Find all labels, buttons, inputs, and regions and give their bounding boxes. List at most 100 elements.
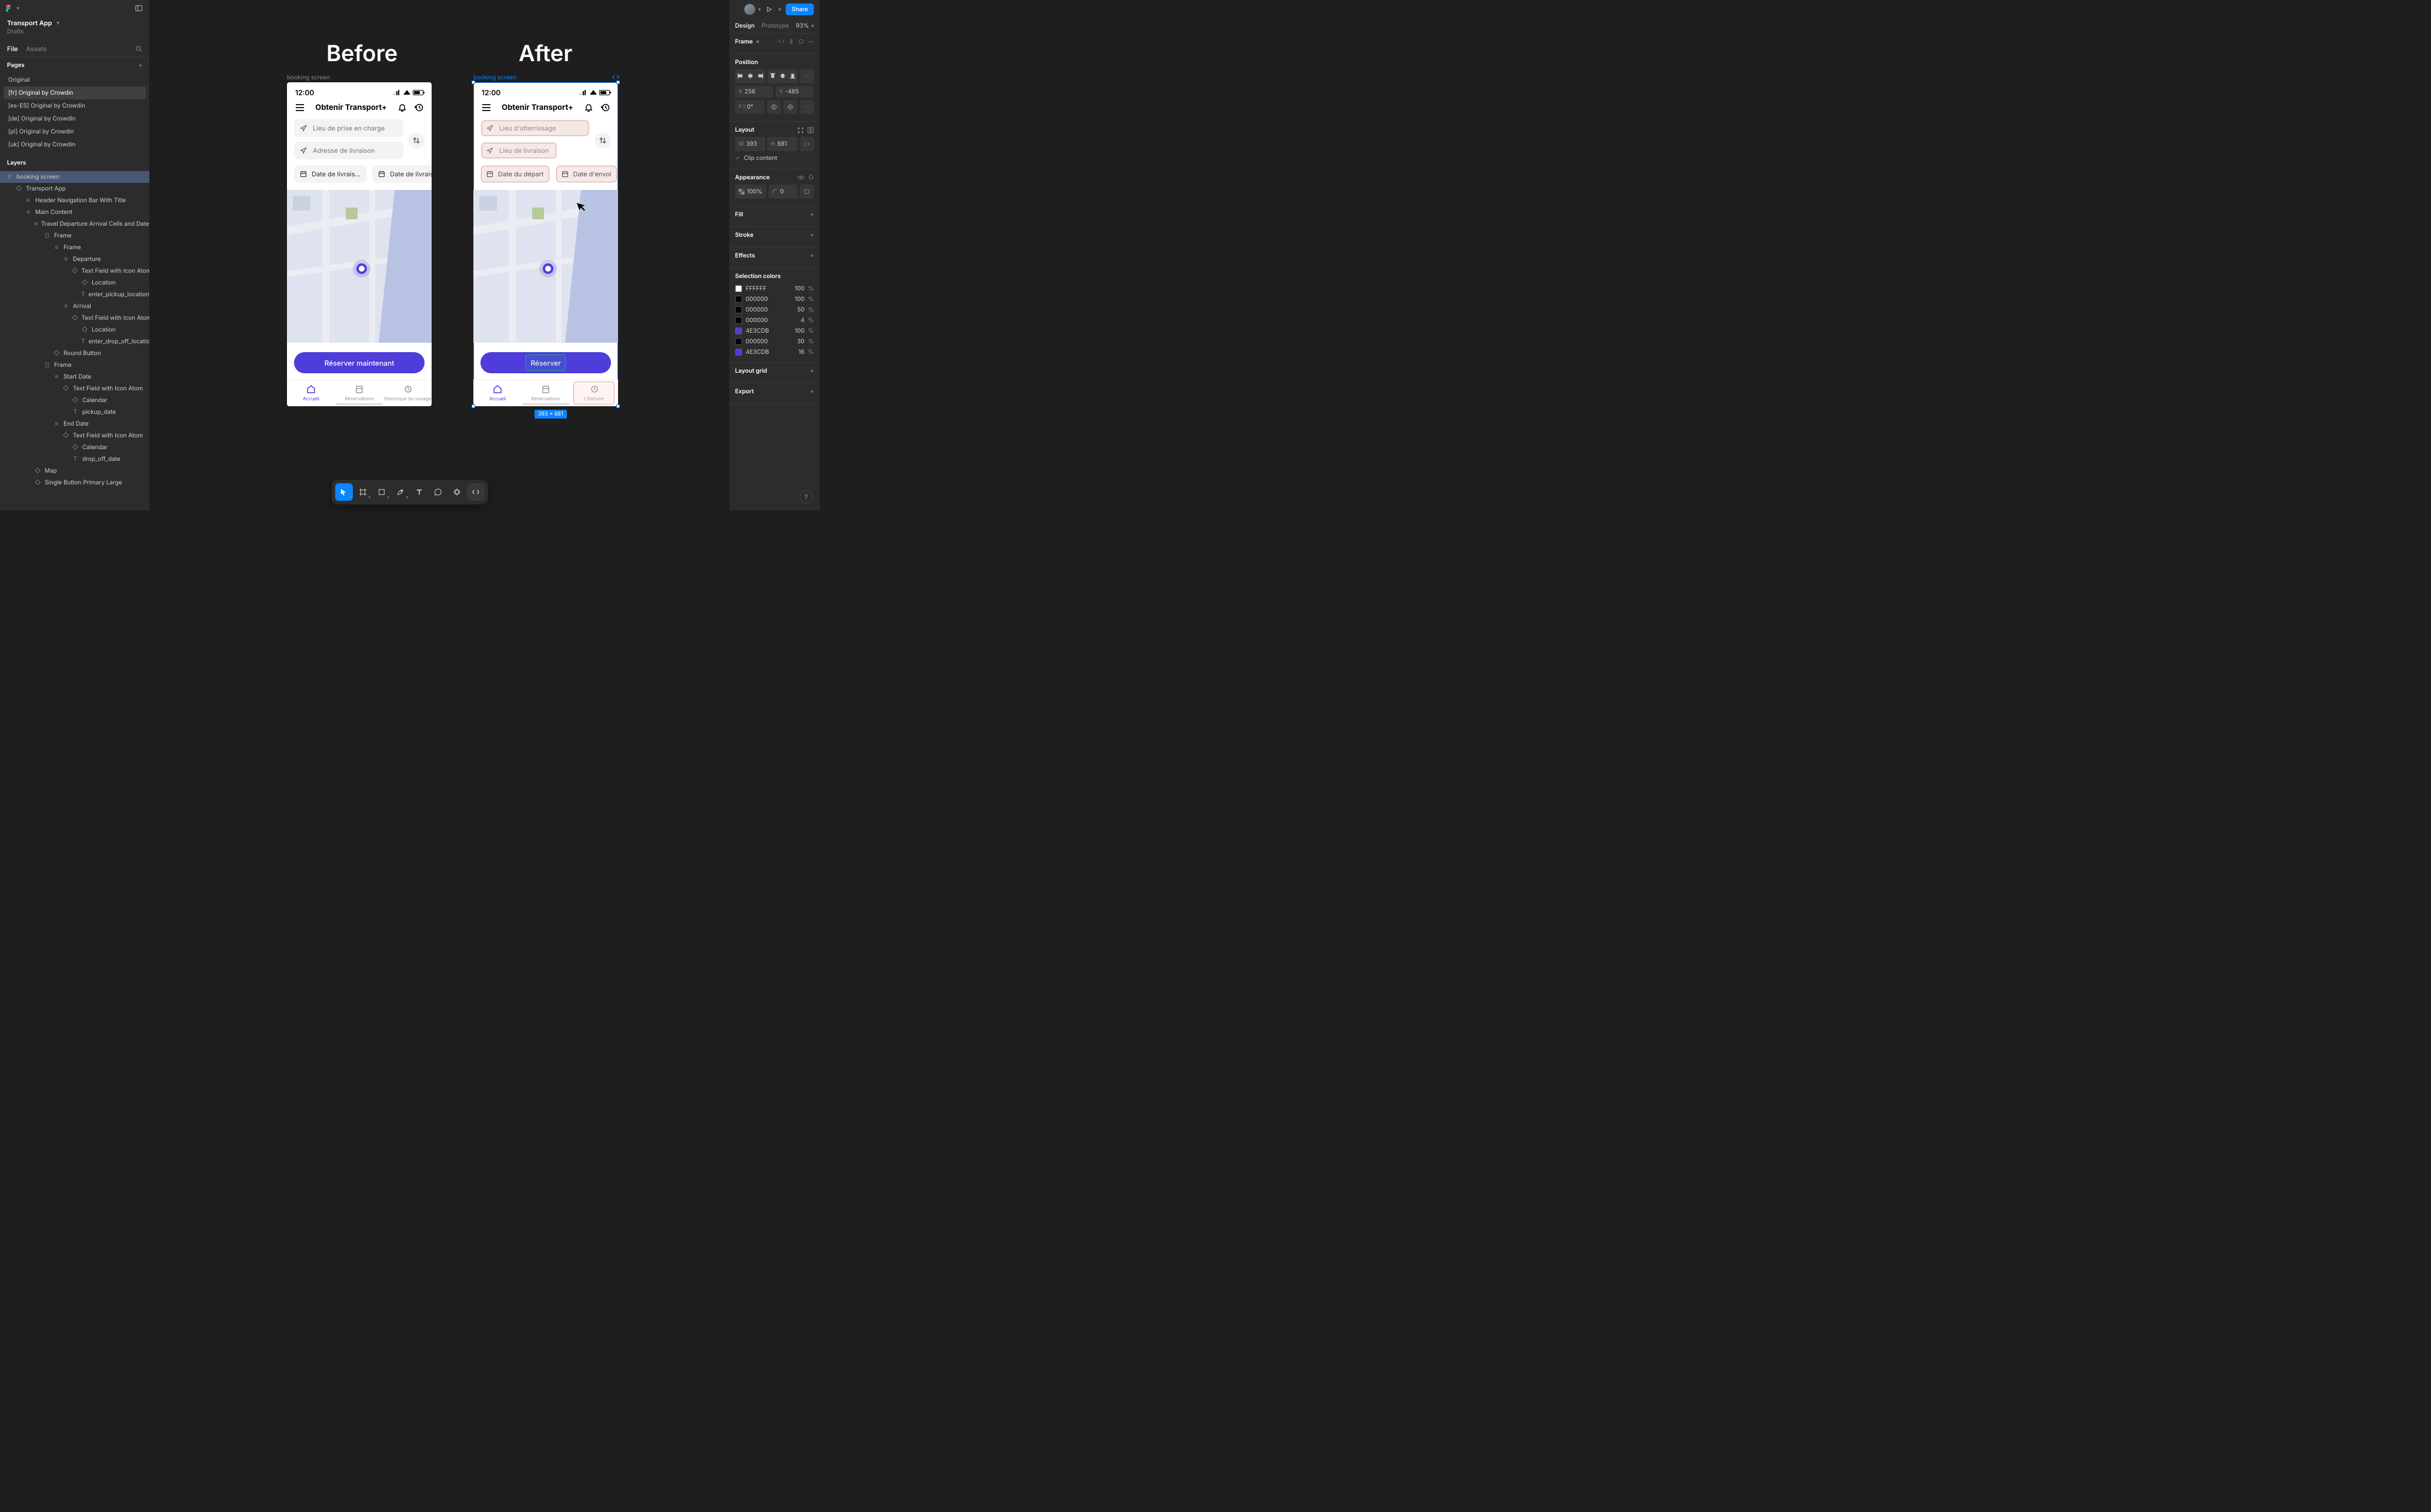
help-button[interactable]: ? [800, 490, 813, 503]
layer-row[interactable]: ≡Start Date [0, 371, 149, 383]
layer-row[interactable]: []Frame [0, 359, 149, 371]
tab-file[interactable]: File [7, 41, 18, 56]
flip-v-icon[interactable] [783, 100, 797, 114]
align-hcenter[interactable] [745, 69, 755, 82]
layer-row[interactable]: ≡Departure [0, 253, 149, 265]
panel-collapse-icon[interactable] [134, 4, 143, 13]
start-date-chip[interactable]: Date de livrais… [294, 165, 366, 183]
align-top[interactable] [767, 69, 777, 82]
layer-row[interactable]: ◇Transport App [0, 183, 149, 195]
cta-button[interactable]: Réserver Réserver [480, 352, 611, 373]
chevron-down-icon[interactable]: ▾ [57, 20, 60, 26]
color-row[interactable]: 4E3CDB16% [735, 347, 814, 357]
color-row[interactable]: 4E3CDB100% [735, 326, 814, 336]
more-transform-icon[interactable]: ⋯ [800, 100, 814, 114]
autolayout-grid-icon[interactable] [797, 127, 804, 133]
bell-icon[interactable] [583, 102, 595, 113]
end-date-chip[interactable]: Date de livrais… [372, 165, 432, 183]
color-row[interactable]: 0000004% [735, 315, 814, 326]
dropoff-field[interactable]: Adresse de livraison [294, 142, 403, 159]
page-item[interactable]: [uk] Original by Crowdin [4, 138, 146, 151]
search-icon[interactable] [135, 45, 142, 52]
rotation-input[interactable]: 0° [735, 100, 764, 114]
phone-frame-after[interactable]: 12:00 Obtenir Transport+ Lieu d'atterris… [473, 82, 618, 406]
nav-history[interactable]: Historique du voyage [383, 380, 432, 406]
layer-row[interactable]: Tdrop_off_date [0, 453, 149, 465]
file-location[interactable]: Drafts [0, 28, 149, 41]
pen-tool[interactable]: ▾ [392, 483, 409, 501]
more-align-icon[interactable]: ⋯ [800, 69, 814, 83]
layer-row[interactable]: ◇Calendar [0, 441, 149, 453]
layer-row[interactable]: Tpickup_date [0, 406, 149, 418]
color-row[interactable]: FFFFFF100% [735, 283, 814, 294]
flip-h-icon[interactable] [767, 100, 781, 114]
tab-prototype[interactable]: Prototype [762, 19, 789, 33]
layer-row[interactable]: ◇Location [0, 324, 149, 336]
color-row[interactable]: 000000100% [735, 294, 814, 305]
map[interactable] [287, 190, 432, 343]
component-icon[interactable] [788, 38, 794, 45]
map[interactable] [473, 190, 618, 343]
page-item[interactable]: [de] Original by Crowdin [4, 112, 146, 125]
w-input[interactable]: W393 [735, 137, 765, 151]
layer-row[interactable]: ◇Single Button Primary Large [0, 477, 149, 489]
h-input[interactable]: H881 [767, 137, 797, 151]
layer-row[interactable]: ◇Text Field with Icon Atom [0, 383, 149, 394]
corner-detail-icon[interactable] [800, 185, 814, 199]
blend-icon[interactable] [808, 174, 814, 181]
layer-row[interactable]: ◇Text Field with Icon Atom [0, 265, 149, 277]
clip-checkbox[interactable]: ✓ [735, 155, 740, 162]
nav-home[interactable]: Accueil [473, 380, 522, 406]
layer-row[interactable]: ≡Main Content [0, 206, 149, 218]
frame-label-after[interactable]: booking screen [473, 74, 516, 81]
dev-ready-icon[interactable] [612, 74, 619, 80]
nav-home[interactable]: Accueil [287, 380, 335, 406]
constrain-icon[interactable] [800, 137, 814, 151]
comment-tool[interactable] [429, 483, 447, 501]
nav-history[interactable]: L'histoire [570, 380, 618, 406]
code-icon[interactable] [778, 38, 784, 45]
figma-logo-icon[interactable] [6, 4, 14, 12]
layer-row[interactable]: ≡Arrival [0, 300, 149, 312]
pickup-field[interactable]: Lieu de prise en charge [294, 119, 403, 137]
layer-row[interactable]: ◇Text Field with Icon Atom [0, 312, 149, 324]
bell-icon[interactable] [396, 102, 408, 113]
pickup-field[interactable]: Lieu d'atterrissage [480, 119, 590, 137]
add-stroke-icon[interactable]: + [810, 232, 814, 239]
x-input[interactable]: X256 [735, 86, 773, 98]
history-icon[interactable] [413, 102, 425, 113]
add-fill-icon[interactable]: + [810, 211, 814, 218]
tab-assets[interactable]: Assets [26, 41, 47, 56]
layer-row[interactable]: ≡Travel Departure Arrival Cells and Date… [0, 218, 149, 230]
layer-row[interactable]: ◇Calendar [0, 394, 149, 406]
layer-row[interactable]: ◇Map [0, 465, 149, 477]
y-input[interactable]: Y-485 [776, 86, 814, 98]
radius-input[interactable]: 0 [769, 185, 797, 199]
zoom-control[interactable]: 93%▾ [796, 19, 814, 33]
text-tool[interactable] [410, 483, 428, 501]
swap-button[interactable] [408, 132, 425, 149]
color-row[interactable]: 00000030% [735, 336, 814, 347]
layer-row[interactable]: ◇Location [0, 277, 149, 289]
layer-row[interactable]: Tenter_pickup_location [0, 289, 149, 300]
link-icon[interactable] [798, 38, 804, 45]
tab-design[interactable]: Design [735, 19, 754, 33]
add-page-icon[interactable]: + [138, 62, 142, 69]
chevron-down-icon[interactable]: ▾ [16, 5, 19, 12]
add-effect-icon[interactable]: + [810, 252, 814, 259]
actions-tool[interactable] [448, 483, 466, 501]
layer-row[interactable]: []Frame [0, 230, 149, 242]
chevron-down-icon[interactable]: ▾ [779, 6, 782, 13]
swap-button[interactable] [595, 132, 611, 149]
layer-row[interactable]: ◇Round Button [0, 347, 149, 359]
more-icon[interactable]: ⋯ [808, 38, 814, 45]
align-right[interactable] [755, 69, 765, 82]
chevron-down-icon[interactable]: ▾ [758, 6, 761, 13]
opacity-input[interactable]: 100% [735, 185, 766, 199]
menu-icon[interactable] [480, 102, 492, 113]
move-tool[interactable]: ▾ [335, 483, 353, 501]
autolayout-add-icon[interactable] [807, 127, 814, 133]
frame-tool[interactable]: ▾ [354, 483, 372, 501]
file-title[interactable]: Transport App [7, 19, 52, 27]
menu-icon[interactable] [294, 102, 306, 113]
